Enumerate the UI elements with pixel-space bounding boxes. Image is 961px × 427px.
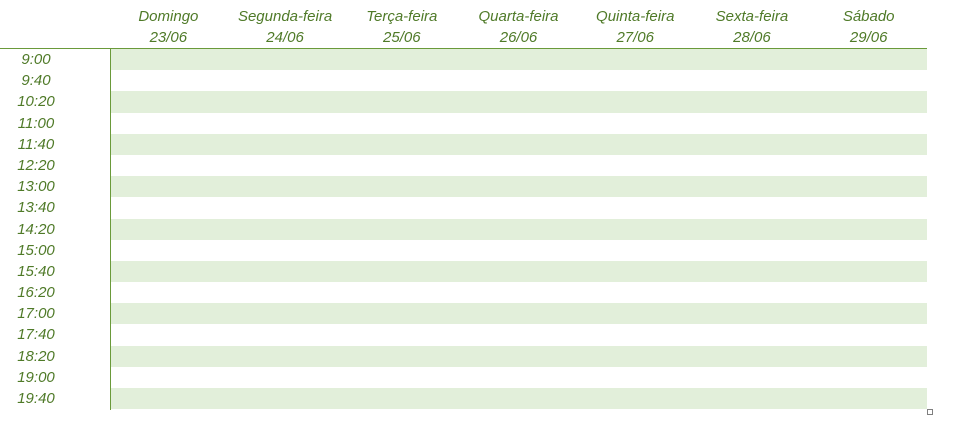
day-date: 25/06: [383, 29, 421, 46]
schedule-row[interactable]: [111, 260, 927, 283]
schedule-row[interactable]: [111, 113, 927, 134]
time-slot-label[interactable]: 13:00: [0, 176, 72, 197]
schedule-row[interactable]: [111, 324, 927, 345]
day-header-thursday[interactable]: Quinta-feira 27/06: [577, 6, 694, 48]
day-header-monday[interactable]: Segunda-feira 24/06: [227, 6, 344, 48]
time-slot-label[interactable]: 16:20: [0, 282, 72, 303]
schedule-row[interactable]: [111, 345, 927, 367]
day-name: Terça-feira: [366, 8, 438, 25]
time-slot-label[interactable]: 15:00: [0, 240, 72, 261]
day-date: 27/06: [616, 29, 654, 46]
day-name: Quarta-feira: [478, 8, 559, 25]
time-slot-label[interactable]: 19:00: [0, 367, 72, 388]
day-date: 26/06: [499, 29, 538, 46]
day-name: Sexta-feira: [715, 8, 789, 25]
schedule-row[interactable]: [111, 282, 927, 303]
time-slot-label[interactable]: 19:40: [0, 388, 72, 409]
schedule-row[interactable]: [111, 91, 927, 113]
schedule-row[interactable]: [111, 155, 927, 176]
time-slot-label[interactable]: 9:40: [0, 70, 72, 91]
schedule-row[interactable]: [111, 197, 927, 218]
schedule-row[interactable]: [111, 176, 927, 198]
day-name: Segunda-feira: [237, 8, 333, 25]
day-name: Quinta-feira: [596, 8, 675, 25]
day-header-sunday[interactable]: Domingo 23/06: [110, 6, 227, 48]
day-header-saturday[interactable]: Sábado 29/06: [810, 6, 927, 48]
day-header-friday[interactable]: Sexta-feira 28/06: [694, 6, 811, 48]
time-slot-label[interactable]: 9:00: [0, 49, 72, 70]
time-slot-label[interactable]: 17:40: [0, 324, 72, 345]
schedule-row[interactable]: [111, 49, 927, 71]
schedule-row[interactable]: [111, 367, 927, 388]
schedule-grid: [111, 49, 927, 410]
schedule-row[interactable]: [111, 388, 927, 410]
day-name: Domingo: [138, 8, 199, 25]
day-header-row: Domingo 23/06 Segunda-feira 24/06 Terça-…: [110, 6, 927, 48]
weekly-schedule-table: Domingo 23/06 Segunda-feira 24/06 Terça-…: [0, 0, 961, 427]
time-column: 9:00 9:40 10:20 11:00 11:40 12:20 13:00 …: [0, 49, 110, 409]
time-slot-label[interactable]: 17:00: [0, 303, 72, 324]
schedule-row[interactable]: [111, 240, 927, 261]
time-slot-label[interactable]: 18:20: [0, 346, 72, 367]
schedule-row[interactable]: [111, 70, 927, 91]
schedule-row[interactable]: [111, 218, 927, 240]
time-slot-label[interactable]: 11:00: [0, 113, 72, 134]
day-header-tuesday[interactable]: Terça-feira 25/06: [343, 6, 460, 48]
time-slot-label[interactable]: 11:40: [0, 134, 72, 155]
table-resize-handle[interactable]: [927, 409, 933, 415]
time-slot-label[interactable]: 14:20: [0, 219, 72, 240]
time-slot-label[interactable]: 10:20: [0, 91, 72, 112]
schedule-row[interactable]: [111, 303, 927, 325]
time-slot-label[interactable]: 13:40: [0, 197, 72, 218]
day-date: 28/06: [733, 29, 771, 46]
time-slot-label[interactable]: 15:40: [0, 261, 72, 282]
day-date: 29/06: [849, 29, 888, 46]
time-slot-label[interactable]: 12:20: [0, 155, 72, 176]
day-date: 23/06: [149, 29, 188, 46]
day-header-wednesday[interactable]: Quarta-feira 26/06: [460, 6, 577, 48]
day-date: 24/06: [266, 29, 304, 46]
day-name: Sábado: [842, 8, 895, 25]
schedule-row[interactable]: [111, 133, 927, 155]
